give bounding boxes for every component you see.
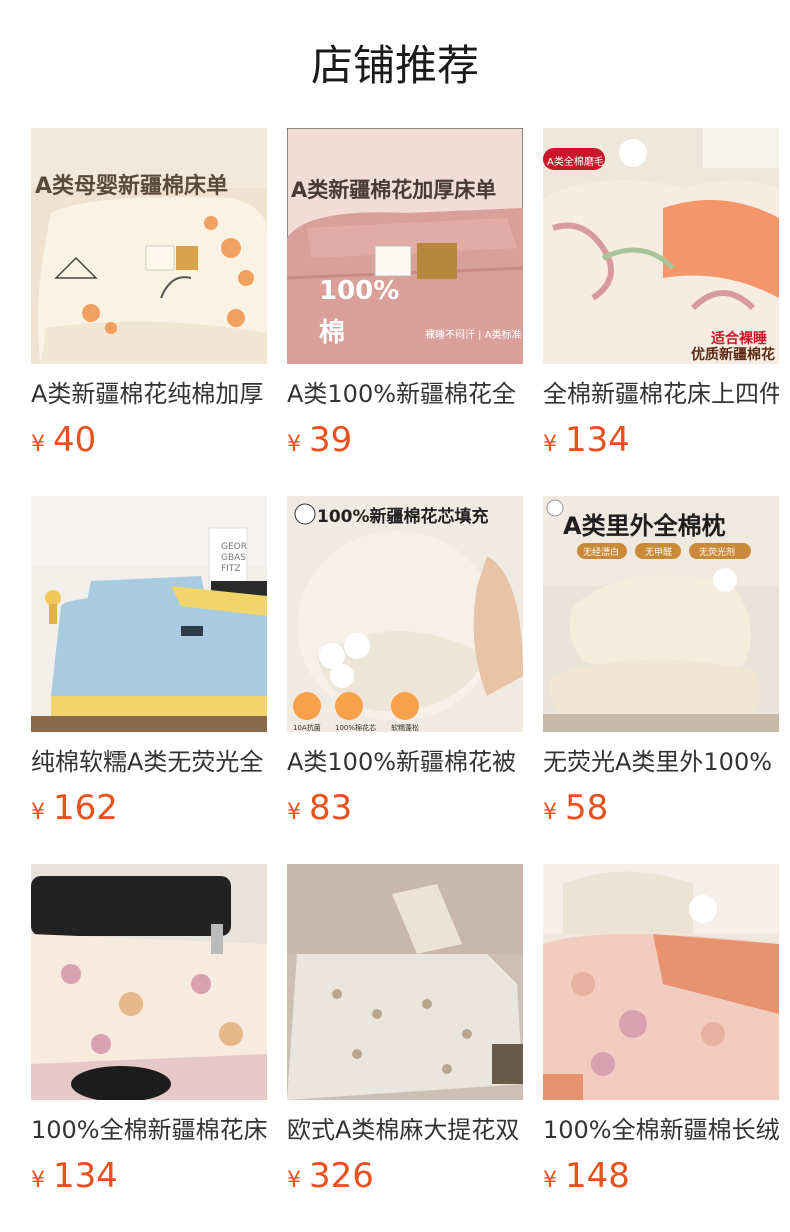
currency-symbol: ¥ — [543, 432, 557, 457]
currency-symbol: ¥ — [287, 432, 301, 457]
image-overlay-text: 裸睡不闷汗 | A类标准 — [425, 330, 522, 341]
product-image[interactable]: A类里外全棉枕 无经漂白 无甲醛 无荧光剂 — [543, 496, 779, 732]
product-image[interactable] — [31, 864, 267, 1100]
image-overlay-text: 100%棉花芯 — [335, 724, 377, 732]
product-image[interactable]: 100%新疆棉花芯填充 10A抗菌 100%棉花芯 软糯蓬松 — [287, 496, 523, 732]
price-value: 134 — [565, 420, 630, 460]
price-value: 148 — [565, 1156, 630, 1196]
product-image[interactable]: GEOR GBAS FITZ — [31, 496, 267, 732]
product-price: ¥40 — [31, 418, 267, 462]
image-overlay-text: 无荧光剂 — [699, 548, 736, 558]
product-card[interactable]: 100%新疆棉花芯填充 10A抗菌 100%棉花芯 软糯蓬松 A类100%新疆棉… — [287, 496, 523, 864]
product-image[interactable]: A类新疆棉花加厚床单 100% 棉 裸睡不闷汗 | A类标准 — [287, 128, 523, 364]
product-name[interactable]: 全棉新疆棉花床上四件 — [543, 378, 779, 410]
product-price: ¥326 — [287, 1154, 523, 1198]
product-name[interactable]: 欧式A类棉麻大提花双 — [287, 1114, 523, 1146]
product-image[interactable]: A类全棉磨毛 适合裸睡 优质新疆棉花 — [543, 128, 779, 364]
image-overlay-text: GEOR — [221, 542, 247, 552]
product-card[interactable]: 欧式A类棉麻大提花双 ¥326 — [287, 864, 523, 1232]
price-value: 58 — [565, 788, 609, 828]
page-title: 店铺推荐 — [310, 41, 479, 90]
image-overlay-text: 棉 — [319, 318, 346, 348]
product-name[interactable]: 纯棉软糯A类无荧光全 — [31, 746, 267, 778]
image-overlay-text: FITZ — [221, 564, 241, 574]
price-value: 162 — [53, 788, 118, 828]
product-name[interactable]: A类100%新疆棉花全 — [287, 378, 523, 410]
price-value: 83 — [309, 788, 353, 828]
product-price: ¥134 — [31, 1154, 267, 1198]
product-card[interactable]: GEOR GBAS FITZ 纯棉软糯A类无荧光全 ¥162 — [31, 496, 267, 864]
image-overlay-text: 100%新疆棉花芯填充 — [317, 507, 489, 527]
image-overlay-text: A类新疆棉花加厚床单 — [291, 178, 497, 202]
currency-symbol: ¥ — [31, 800, 45, 825]
product-image[interactable] — [287, 864, 523, 1100]
currency-symbol: ¥ — [543, 1168, 557, 1193]
product-price: ¥83 — [287, 786, 523, 830]
image-overlay-text: A类全棉磨毛 — [547, 157, 604, 168]
product-name[interactable]: 无荧光A类里外100% — [543, 746, 779, 778]
product-price: ¥148 — [543, 1154, 779, 1198]
product-price: ¥162 — [31, 786, 267, 830]
image-overlay-text: 软糯蓬松 — [391, 724, 419, 732]
image-overlay-text: GBAS — [221, 553, 247, 563]
product-name[interactable]: 100%全棉新疆棉花床 — [31, 1114, 267, 1146]
currency-symbol: ¥ — [287, 800, 301, 825]
image-overlay-text: 无甲醛 — [645, 548, 673, 558]
image-overlay-text: A类母婴新疆棉床单 — [35, 174, 229, 199]
product-card[interactable]: 100%全棉新疆棉长绒 ¥148 — [543, 864, 779, 1232]
product-card[interactable]: 100%全棉新疆棉花床 ¥134 — [31, 864, 267, 1232]
price-value: 134 — [53, 1156, 118, 1196]
image-overlay-text: 无经漂白 — [583, 548, 620, 558]
currency-symbol: ¥ — [31, 1168, 45, 1193]
store-recommendation-page: 店铺推荐 A类母婴新疆棉床单 A类新疆棉花纯棉加厚 ¥ 40 A类新疆棉花加厚床… — [0, 0, 790, 1232]
product-card[interactable]: A类新疆棉花加厚床单 100% 棉 裸睡不闷汗 | A类标准 A类100%新疆棉… — [287, 128, 523, 496]
product-card[interactable]: A类里外全棉枕 无经漂白 无甲醛 无荧光剂 无荧光A类里外100% ¥58 — [543, 496, 779, 864]
price-value: 39 — [309, 420, 353, 460]
product-card[interactable]: A类母婴新疆棉床单 A类新疆棉花纯棉加厚 ¥40 — [31, 128, 267, 496]
product-name[interactable]: A类新疆棉花纯棉加厚 — [31, 378, 267, 410]
product-grid: A类母婴新疆棉床单 A类新疆棉花纯棉加厚 ¥40 A类新疆棉花加厚床单 100%… — [31, 128, 779, 1232]
product-price: ¥134 — [543, 418, 779, 462]
product-name[interactable]: A类100%新疆棉花被 — [287, 746, 523, 778]
product-image[interactable]: A类母婴新疆棉床单 — [31, 128, 267, 364]
currency-symbol: ¥ — [31, 432, 45, 457]
product-name[interactable]: 100%全棉新疆棉长绒 — [543, 1114, 779, 1146]
product-image[interactable] — [543, 864, 779, 1100]
currency-symbol: ¥ — [287, 1168, 301, 1193]
price-value: 40 — [53, 420, 97, 460]
product-card[interactable]: A类全棉磨毛 适合裸睡 优质新疆棉花 全棉新疆棉花床上四件 ¥134 — [543, 128, 779, 496]
image-overlay-text: A类里外全棉枕 — [563, 512, 726, 540]
currency-symbol: ¥ — [543, 800, 557, 825]
image-overlay-text: 优质新疆棉花 — [691, 347, 775, 363]
product-price: ¥58 — [543, 786, 779, 830]
image-overlay-text: 10A抗菌 — [293, 724, 321, 732]
product-price: ¥39 — [287, 418, 523, 462]
image-overlay-text: 100% — [319, 276, 400, 306]
price-value: 326 — [309, 1156, 374, 1196]
